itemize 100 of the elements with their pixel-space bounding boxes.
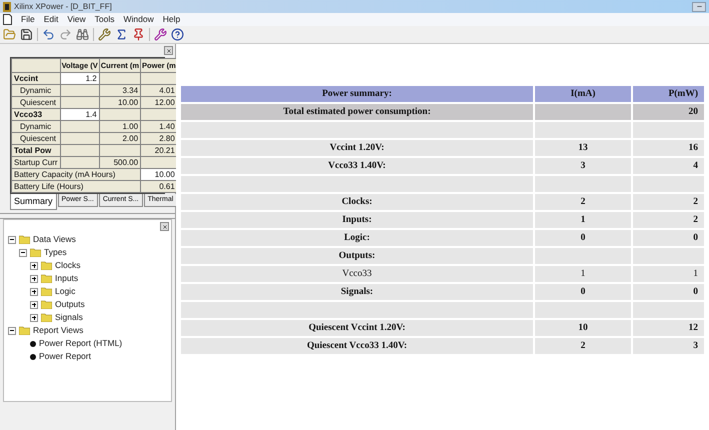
tree-item[interactable]: Inputs [55,272,78,285]
menu-item[interactable]: Window [123,13,154,26]
tree-item[interactable]: Logic [55,285,76,298]
expand-toggle[interactable] [30,314,38,322]
tree-item[interactable]: Report Views [33,324,84,337]
report-cell: 13 [578,142,588,153]
grid-cell: 2.00 [122,134,138,143]
help-icon[interactable] [171,28,184,41]
report-cell: Clocks: [342,196,372,207]
minimize-button[interactable] [692,2,706,12]
tree-item[interactable]: Types [44,246,67,259]
grid-row-label: Startup Curr [14,158,58,167]
close-button[interactable] [160,222,169,231]
close-icon [166,48,172,54]
report-cell: 1 [580,214,586,225]
report-cell: 0 [693,232,698,243]
tree-item[interactable]: Clocks [55,259,81,272]
folder-icon [41,287,52,296]
grid-row-label: Battery Life (Hours) [12,180,141,192]
grid-cell: 2.80 [159,134,175,143]
tree-item[interactable]: Power Report [39,350,91,363]
app-icon [3,2,11,12]
minimize-icon [696,3,702,10]
report-cell: 3 [580,160,586,171]
wrench-icon[interactable] [98,28,111,41]
grid-cell: 20.21 [154,146,175,155]
report-cell: Quiescent Vcco33 1.40V: [306,340,407,351]
grid-row-label: Total Pow [14,146,52,155]
report-cell: 0 [580,232,586,243]
report-cell: Vcco33 [342,268,372,279]
close-button[interactable] [164,46,173,55]
folder-icon [30,248,41,257]
report-cell: 2 [580,196,586,207]
wrench-icon[interactable] [154,28,167,41]
folder-icon [41,274,52,283]
report-cell: Total estimated power consumption: [283,106,431,117]
report-cell: 1 [580,268,586,279]
menu-item[interactable]: Tools [94,13,114,26]
expand-toggle[interactable] [30,300,38,308]
binoculars-icon[interactable] [76,28,89,41]
report-cell: P(mW) [668,88,698,99]
grid-row-label: Quiescent [20,134,56,143]
grid-row-label: Quiescent [20,98,56,107]
save-icon[interactable] [20,28,33,41]
collapse-toggle[interactable] [8,236,16,244]
report-cell: Logic: [344,232,370,243]
report-cell: Vcco33 1.40V: [328,160,386,171]
report-icon [30,340,36,346]
tree-item[interactable]: Data Views [33,233,76,246]
grid-row-label: Vccint [14,74,38,83]
report-cell: 16 [688,142,698,153]
report-cell: Power summary: [322,88,392,99]
report-cell: 12 [688,322,698,333]
expand-toggle[interactable] [30,262,38,270]
grid-row-label: Dynamic [20,86,52,95]
grid-cell: 1.00 [122,122,138,131]
menu-item[interactable]: File [21,13,35,26]
report-icon [30,354,36,360]
expand-toggle[interactable] [30,288,38,296]
undo-icon[interactable] [42,28,55,41]
folder-icon [41,313,52,322]
pin-icon[interactable] [132,28,145,41]
collapse-toggle[interactable] [19,248,27,256]
report-cell: 2 [693,196,698,207]
tree-item[interactable]: Signals [55,311,83,324]
tree-item[interactable]: Outputs [55,298,85,311]
grid-cell: 4.01 [159,86,175,95]
grid-row-label: Dynamic [20,122,52,131]
close-icon [162,224,168,230]
report-cell: 10 [578,322,588,333]
open-icon[interactable] [3,28,16,41]
report-cell: 0 [580,286,586,297]
grid-cell: 500.00 [114,158,138,167]
folder-icon [41,300,52,309]
grid-row-label: Vcco33 [14,110,42,119]
grid-cell: 10.00 [118,98,138,107]
menu-item[interactable]: Edit [44,13,58,26]
grid-cell: 3.34 [122,86,138,95]
report-cell: 0 [693,286,698,297]
expand-toggle[interactable] [30,274,38,282]
folder-icon [41,261,52,270]
collapse-toggle[interactable] [8,326,16,334]
report-cell: 3 [693,340,698,351]
grid-cell: 1.40 [159,122,175,131]
sigma-icon[interactable] [115,28,128,41]
grid-cell: 1.4 [86,110,97,119]
report-cell: I(mA) [570,88,596,99]
tab[interactable]: Summary [10,194,57,210]
tree-item[interactable]: Power Report (HTML) [39,337,122,350]
menu-item[interactable]: Help [162,13,180,26]
window-title: Xilinx XPower - [D_BIT_FF] [14,0,112,12]
grid-cell: 12.00 [154,98,175,107]
report-cell: Signals: [340,286,374,297]
report-cell: Inputs: [342,214,372,225]
report-cell: 1 [693,268,698,279]
report-cell: Vccint 1.20V: [330,142,384,153]
menu-item[interactable]: View [67,13,86,26]
report-cell: 2 [580,340,586,351]
grid-cell: 1.2 [86,74,97,83]
report-cell: 20 [688,106,698,117]
